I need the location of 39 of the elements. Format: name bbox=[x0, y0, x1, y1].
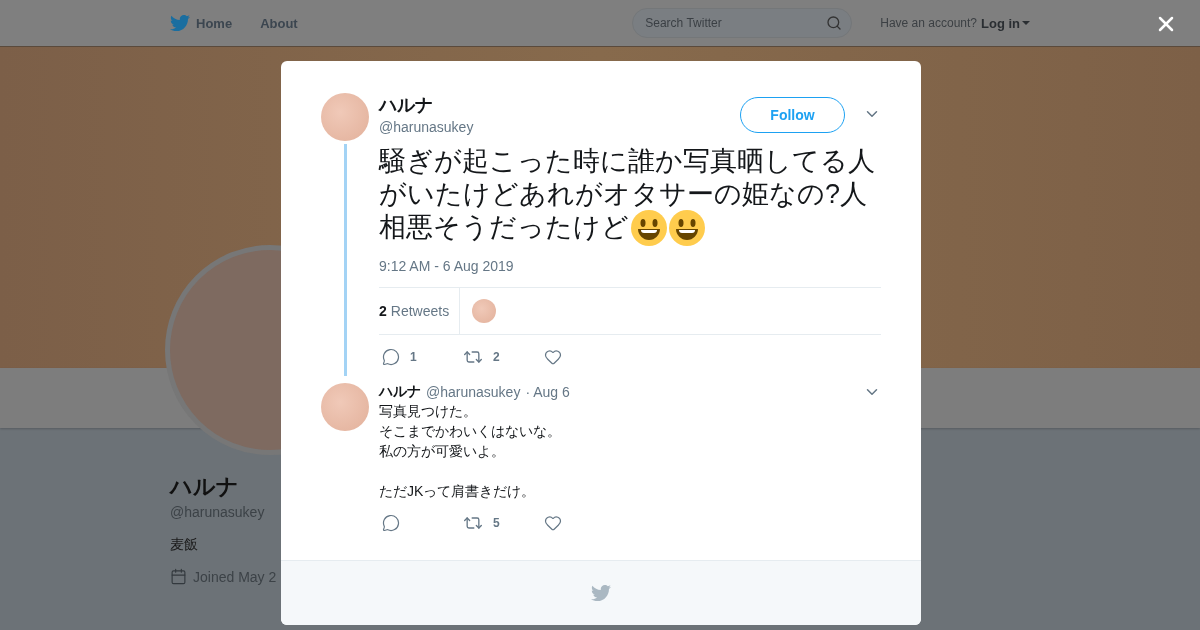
reply-button[interactable]: 1 bbox=[379, 348, 460, 366]
author-name: ハルナ bbox=[379, 383, 421, 401]
retweet-button[interactable]: 2 bbox=[460, 347, 541, 367]
avatar bbox=[321, 383, 369, 431]
calendar-icon bbox=[170, 568, 187, 585]
bird-icon bbox=[591, 583, 611, 603]
caret-icon bbox=[1022, 21, 1030, 25]
search-field[interactable]: Search Twitter bbox=[632, 8, 853, 38]
tweet-time: 9:12 AM - 6 Aug 2019 bbox=[379, 258, 515, 274]
author-handle: @harunasukey bbox=[379, 119, 474, 135]
author-handle: @harunasukey bbox=[426, 384, 521, 400]
tweet-text-line: 騒ぎが起こった時に誰か写真晒してる人 bbox=[379, 145, 875, 178]
reply-text-line: そこまでかわいくはないな。 bbox=[379, 422, 561, 441]
profile-bio: 麦飯 bbox=[170, 536, 198, 554]
smiley-icon bbox=[669, 209, 705, 246]
retweet-count[interactable]: 2 Retweets bbox=[379, 288, 461, 334]
heart-icon bbox=[544, 348, 562, 366]
nav-link[interactable]: About bbox=[260, 15, 298, 31]
retweet-button[interactable]: 5 bbox=[460, 513, 541, 533]
retweeter-avatar[interactable] bbox=[472, 299, 497, 323]
login-link[interactable]: Log in bbox=[981, 15, 1030, 31]
tweet-text-line: 相悪そうだったけど bbox=[379, 211, 629, 244]
author-name: ハルナ bbox=[379, 94, 434, 117]
profile-name: ハルナ bbox=[170, 473, 239, 501]
smiley-icon bbox=[631, 209, 667, 246]
search-icon bbox=[826, 15, 843, 31]
reply-text-line: ただJKって肩書きだけ。 bbox=[379, 482, 536, 501]
reply-text-line: 私の方が可愛いよ。 bbox=[379, 442, 505, 461]
tweet-text-line: がいたけどあれがオタサーの姫なの?人 bbox=[379, 178, 868, 211]
bird-icon bbox=[170, 13, 190, 33]
heart-icon bbox=[544, 514, 562, 532]
home-link[interactable]: Home bbox=[170, 13, 233, 33]
follow-button[interactable]: Follow bbox=[740, 97, 845, 133]
tweet-date: · Aug 6 bbox=[525, 384, 570, 400]
avatar bbox=[321, 93, 369, 141]
reply-text-line: 写真見つけた。 bbox=[379, 402, 477, 421]
comment-icon bbox=[382, 348, 400, 366]
comment-icon bbox=[382, 514, 400, 532]
account-prompt: Have an account? bbox=[880, 16, 977, 30]
